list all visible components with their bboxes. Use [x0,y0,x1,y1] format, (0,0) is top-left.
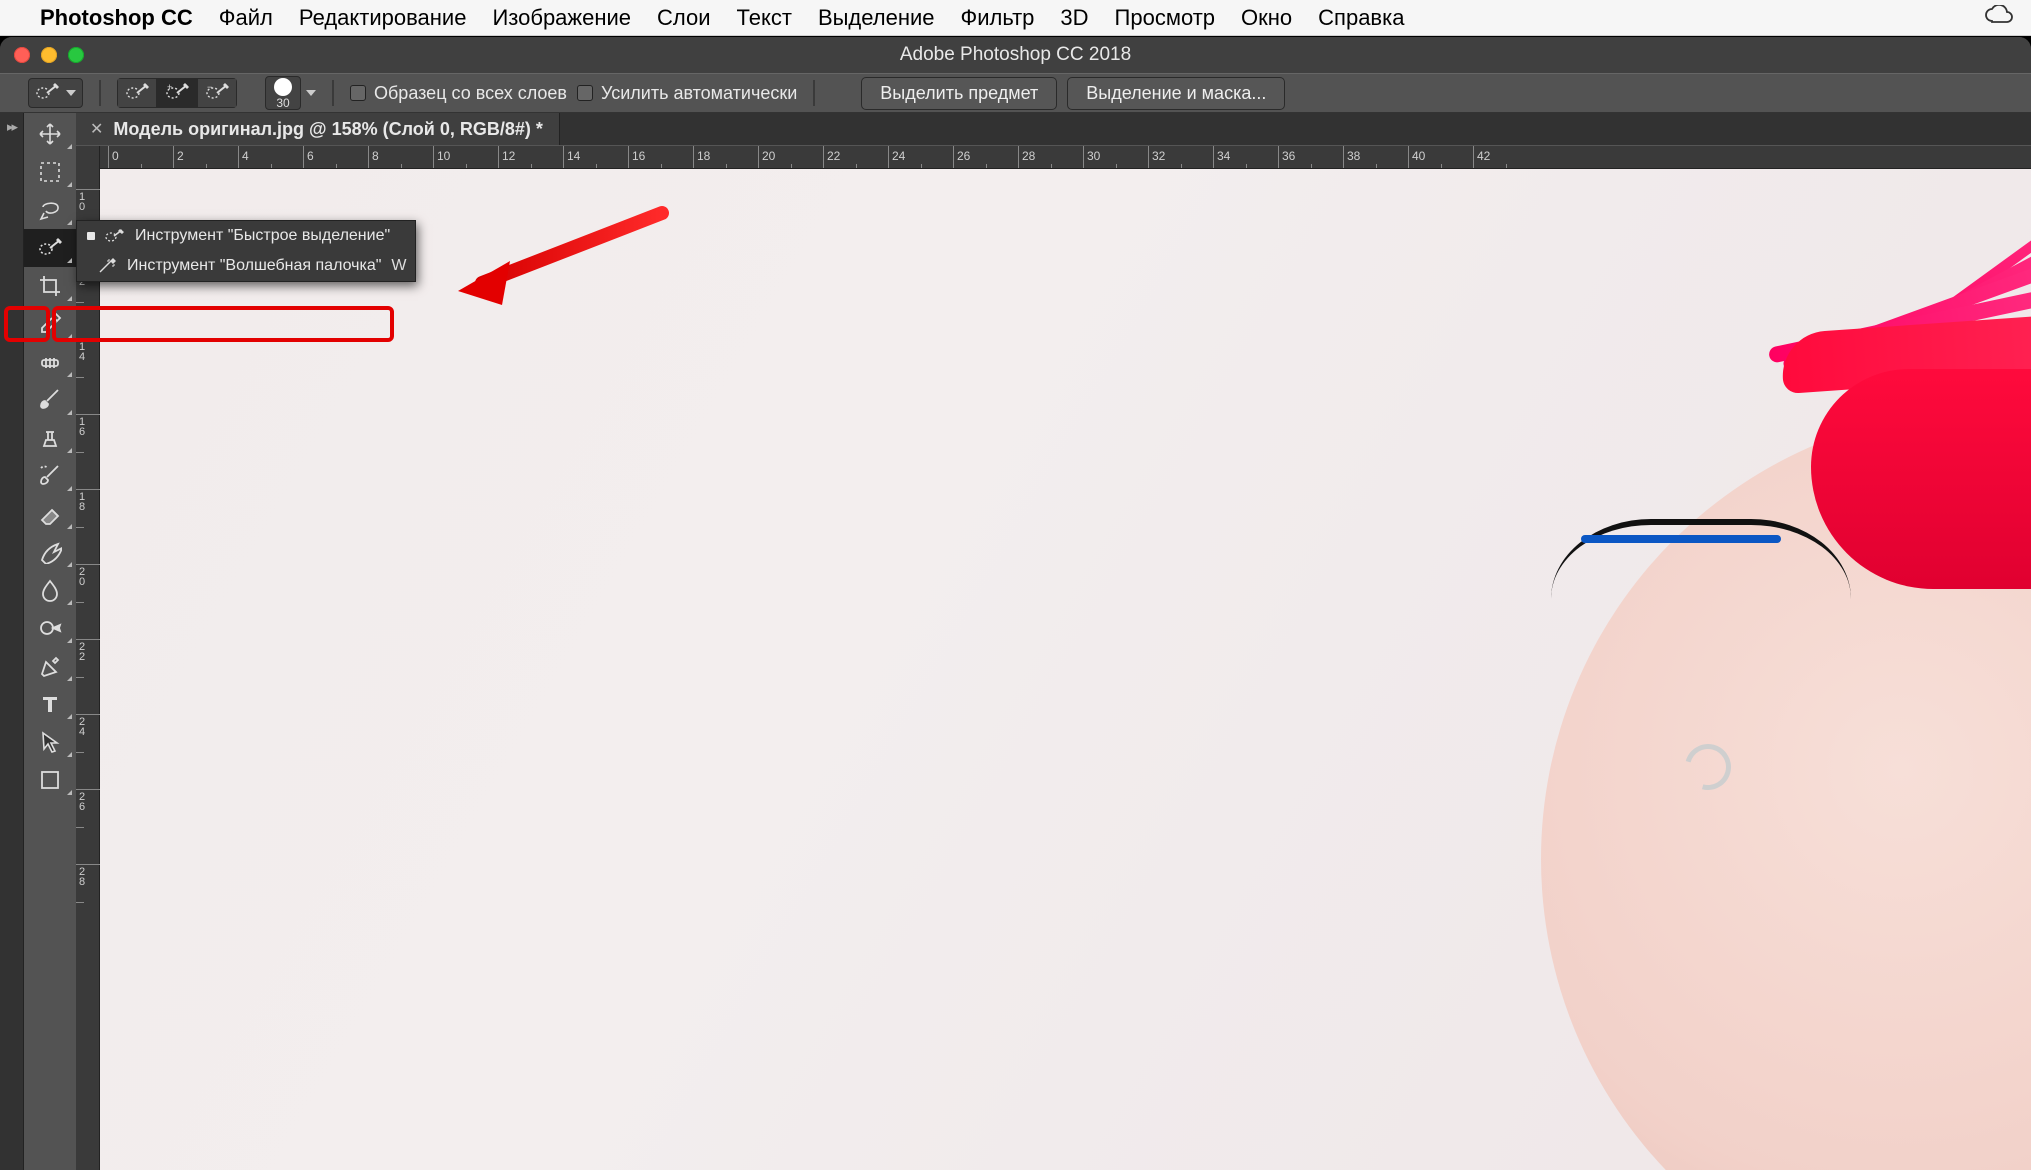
app-window: Adobe Photoshop CC 2018 + − 30 [0,37,2031,1170]
blur-tool[interactable] [24,571,76,609]
menu-3d[interactable]: 3D [1060,5,1088,31]
expand-panels-icon: ▸▸ [7,119,16,135]
window-titlebar[interactable]: Adobe Photoshop CC 2018 [0,37,2031,73]
document-tab-title: Модель оригинал.jpg @ 158% (Слой 0, RGB/… [113,119,543,140]
brush-size-label: 30 [276,97,289,109]
move-tool[interactable] [24,115,76,153]
menu-filter[interactable]: Фильтр [961,5,1035,31]
divider [332,80,334,106]
left-expand-strip[interactable]: ▸▸ [0,113,24,1170]
vertical-ruler[interactable]: 10121416182022242628 [76,169,100,1170]
history-brush-tool[interactable] [24,457,76,495]
crop-tool[interactable] [24,267,76,305]
divider [813,80,815,106]
lasso-tool[interactable] [24,191,76,229]
mac-menubar: Photoshop CC Файл Редактирование Изображ… [0,0,2031,36]
sample-all-layers-label: Образец со всех слоев [374,83,567,104]
app-menu[interactable]: Photoshop CC [40,5,193,31]
menu-help[interactable]: Справка [1318,5,1404,31]
selected-dot-icon [87,232,95,240]
document-image [1191,169,2031,1159]
chevron-down-icon [66,90,76,96]
menu-window[interactable]: Окно [1241,5,1292,31]
selection-mode-segmented: + − [117,78,237,108]
brush-tool[interactable] [24,381,76,419]
gradient-tool[interactable] [24,533,76,571]
path-selection-tool[interactable] [24,723,76,761]
tools-panel: Инструмент "Быстрое выделение" Инструмен… [24,113,76,1170]
close-window-button[interactable] [14,47,30,63]
menu-edit[interactable]: Редактирование [299,5,467,31]
subtract-from-selection-button[interactable]: − [197,78,237,108]
flyout-magic-wand-shortcut: W [391,257,406,275]
horizontal-ruler[interactable]: 024681012141618202224262830323436384042 [76,145,2031,169]
flyout-magic-wand-label: Инструмент "Волшебная палочка" [127,257,381,275]
close-tab-button[interactable]: ✕ [90,119,103,139]
menu-layers[interactable]: Слои [657,5,711,31]
marquee-tool[interactable] [24,153,76,191]
type-tool[interactable] [24,685,76,723]
quick-selection-tool[interactable] [24,229,76,267]
menu-select[interactable]: Выделение [818,5,935,31]
cc-status-icon[interactable] [1985,5,2013,31]
healing-brush-tool[interactable] [24,343,76,381]
minimize-window-button[interactable] [41,47,57,63]
checkbox-icon [350,85,366,101]
dodge-tool[interactable] [24,609,76,647]
ruler-origin[interactable] [76,146,100,170]
options-bar: + − 30 Образец со всех слоев Усилить авт… [0,73,2031,113]
new-selection-button[interactable] [117,78,157,108]
flyout-quick-selection[interactable]: Инструмент "Быстрое выделение" [77,221,415,251]
checkbox-icon [577,85,593,101]
zoom-window-button[interactable] [68,47,84,63]
sample-all-layers-checkbox[interactable]: Образец со всех слоев [350,83,567,104]
eyedropper-tool[interactable] [24,305,76,343]
menu-image[interactable]: Изображение [492,5,631,31]
flyout-magic-wand[interactable]: Инструмент "Волшебная палочка" W [77,251,415,281]
window-controls [14,47,84,63]
select-and-mask-button[interactable]: Выделение и маска... [1067,77,1285,110]
menu-view[interactable]: Просмотр [1115,5,1215,31]
divider [99,80,101,106]
window-title: Adobe Photoshop CC 2018 [0,44,2031,66]
document-tab[interactable]: ✕ Модель оригинал.jpg @ 158% (Слой 0, RG… [76,113,560,145]
brush-preview[interactable]: 30 [265,76,301,110]
brush-tip-icon [274,78,292,96]
chevron-down-icon [306,90,316,96]
clone-stamp-tool[interactable] [24,419,76,457]
canvas[interactable] [100,169,2031,1170]
tool-flyout-menu: Инструмент "Быстрое выделение" Инструмен… [76,220,416,282]
auto-enhance-label: Усилить автоматически [601,83,797,104]
document-tab-bar: ✕ Модель оригинал.jpg @ 158% (Слой 0, RG… [76,113,2031,145]
flyout-quick-selection-label: Инструмент "Быстрое выделение" [135,227,395,245]
svg-text:−: − [207,82,212,92]
magic-wand-icon [97,258,117,274]
eraser-tool[interactable] [24,495,76,533]
svg-text:+: + [167,82,172,92]
quick-selection-icon [105,228,125,244]
brush-picker-toggle[interactable] [303,90,316,96]
rectangle-tool[interactable] [24,761,76,799]
auto-enhance-checkbox[interactable]: Усилить автоматически [577,83,797,104]
tool-preset-picker[interactable] [28,78,83,108]
menu-type[interactable]: Текст [737,5,792,31]
add-to-selection-button[interactable]: + [157,78,197,108]
pen-tool[interactable] [24,647,76,685]
menu-file[interactable]: Файл [219,5,273,31]
select-subject-button[interactable]: Выделить предмет [861,77,1057,110]
